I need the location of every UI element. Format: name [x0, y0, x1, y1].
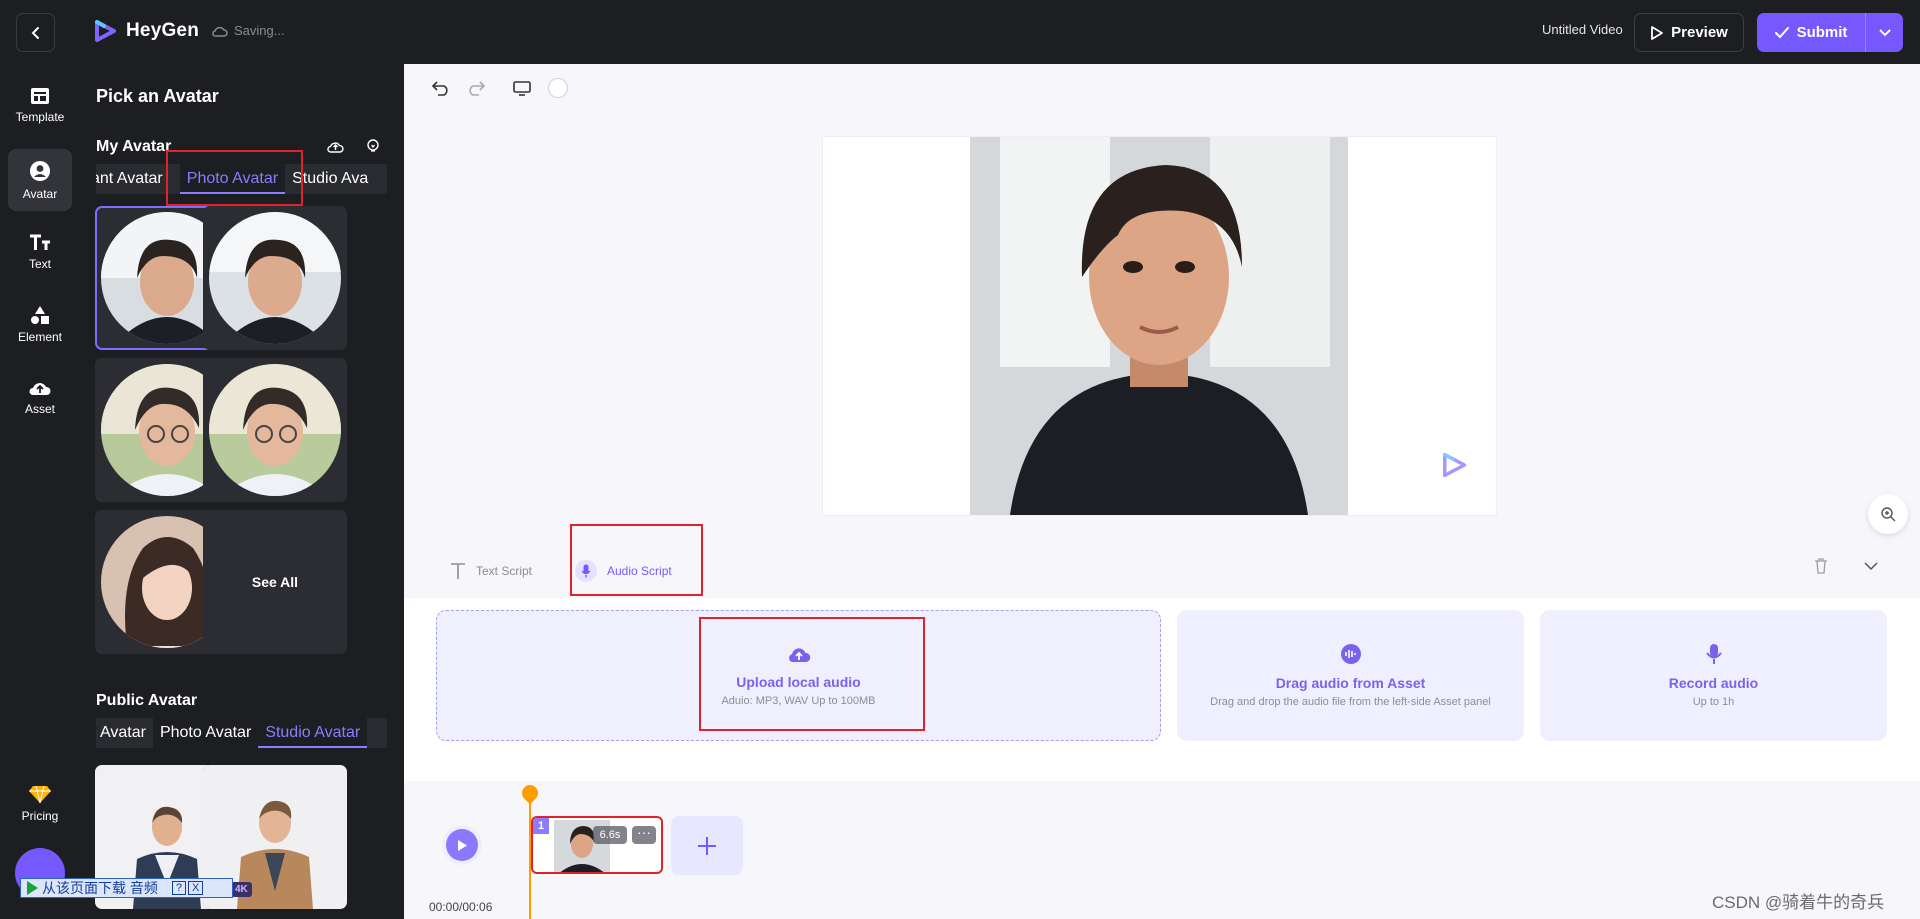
audio-options: Upload local audio Aduio: MP3, WAV Up to… — [404, 598, 1920, 781]
my-avatar-title: My Avatar — [96, 138, 172, 155]
bulb-icon[interactable] — [365, 138, 381, 154]
my-avatar-card[interactable] — [203, 206, 347, 350]
rail-label-avatar: Avatar — [22, 186, 58, 201]
diamond-icon — [29, 785, 51, 803]
cloud-icon — [212, 26, 228, 37]
quality-badge: 4K — [231, 882, 252, 897]
watermark-text: CSDN @骑着牛的奇兵 — [1712, 893, 1885, 912]
trash-icon[interactable] — [1814, 558, 1828, 574]
play-icon — [457, 839, 467, 851]
scene-number: 1 — [533, 818, 549, 834]
see-all-label: See All — [251, 574, 299, 590]
tab-public-studio-avatar[interactable]: Studio Avatar — [258, 718, 368, 748]
zoom-icon — [1881, 507, 1896, 522]
color-swatch — [548, 78, 568, 98]
scene-clip[interactable]: 1 6.6s ··· — [531, 816, 663, 874]
rail-label-asset: Asset — [24, 401, 55, 416]
text-icon — [30, 234, 50, 250]
see-all-card[interactable]: See All — [203, 510, 347, 654]
submit-dropdown-button[interactable] — [1865, 13, 1903, 52]
submit-label: Submit — [1796, 24, 1848, 41]
drag-audio-card[interactable]: Drag audio from Asset Drag and drop the … — [1177, 610, 1524, 741]
avatar-preview[interactable] — [970, 137, 1348, 515]
undo-icon — [432, 81, 448, 96]
scene-duration: 6.6s — [593, 826, 627, 844]
save-status: Saving... — [212, 23, 285, 38]
heygen-watermark-icon — [1443, 452, 1467, 478]
tab-text-script[interactable]: Text Script — [450, 546, 532, 596]
download-close-button[interactable]: X — [188, 881, 204, 895]
monitor-icon — [513, 81, 531, 96]
public-avatar-title: Public Avatar — [96, 692, 198, 709]
rail-item-text[interactable]: Text — [8, 221, 72, 283]
rail-item-element[interactable]: Element — [8, 293, 72, 355]
record-audio-subtitle: Up to 1h — [1692, 696, 1735, 708]
submit-button[interactable]: Submit — [1757, 13, 1903, 52]
aspect-ratio-button[interactable] — [511, 78, 533, 98]
asset-icon — [29, 382, 51, 395]
preview-button[interactable]: Preview — [1634, 13, 1744, 52]
avatar-photo — [209, 212, 341, 344]
saving-text: Saving... — [234, 23, 285, 38]
microphone-icon — [1705, 644, 1722, 664]
add-scene-button[interactable] — [671, 816, 743, 875]
highlight-box-photo-avatar — [166, 150, 303, 206]
download-label: 从该页面下载 音频 — [42, 880, 158, 896]
rail-item-template[interactable]: Template — [8, 74, 72, 136]
time-readout: 00:00/00:06 — [429, 900, 493, 914]
record-audio-title: Record audio — [1668, 675, 1759, 691]
text-icon — [451, 563, 465, 579]
left-rail: Template Avatar Text Element Asset Prici… — [0, 64, 80, 919]
drag-audio-subtitle: Drag and drop the audio file from the le… — [1210, 696, 1491, 708]
check-icon — [1774, 26, 1789, 38]
download-help-button[interactable]: ? — [171, 881, 187, 895]
rail-item-avatar[interactable]: Avatar — [8, 149, 72, 211]
preview-label: Preview — [1671, 24, 1728, 41]
timeline-play-button[interactable] — [446, 829, 478, 861]
redo-icon — [469, 81, 485, 96]
rail-label-pricing: Pricing — [21, 808, 59, 823]
chevron-down-icon — [1878, 28, 1891, 36]
rail-item-asset[interactable]: Asset — [8, 366, 72, 428]
highlight-box-audio-script — [570, 524, 703, 596]
rail-item-pricing[interactable]: Pricing — [8, 772, 72, 834]
chevron-left-icon — [31, 26, 39, 39]
redo-button[interactable] — [466, 78, 486, 98]
plus-icon — [698, 836, 716, 855]
collapse-script-icon[interactable] — [1864, 562, 1878, 571]
download-audio-toolbar[interactable]: 从该页面下载 音频 ? X — [20, 878, 233, 898]
rail-label-text: Text — [28, 256, 51, 271]
my-avatar-card[interactable] — [203, 358, 347, 502]
top-bar: HeyGen Saving... Untitled Video Preview … — [0, 0, 1920, 64]
text-script-label: Text Script — [476, 564, 533, 578]
drag-audio-title: Drag audio from Asset — [1275, 675, 1426, 691]
play-icon — [27, 881, 38, 895]
play-icon — [1651, 25, 1664, 40]
submit-main[interactable]: Submit — [1757, 24, 1865, 41]
record-audio-card[interactable]: Record audio Up to 1h — [1540, 610, 1887, 741]
heygen-logo-icon — [95, 20, 116, 42]
template-icon — [31, 87, 49, 104]
scene-more-button[interactable]: ··· — [632, 825, 656, 844]
panel-title: Pick an Avatar — [96, 86, 219, 106]
upload-icon[interactable] — [327, 139, 344, 154]
background-color-button[interactable] — [547, 78, 569, 98]
heygen-logo[interactable]: HeyGen — [92, 18, 199, 44]
rail-label-template: Template — [15, 109, 65, 124]
element-icon — [31, 305, 49, 324]
tab-public-avatar[interactable]: Avatar — [96, 718, 153, 748]
audio-wave-icon — [1340, 644, 1361, 664]
back-button[interactable] — [16, 13, 55, 52]
avatar-photo — [209, 364, 341, 496]
brand-name: HeyGen — [126, 20, 200, 41]
highlight-box-upload-audio — [699, 617, 925, 731]
tab-instant-avatar[interactable]: ant Avatar — [96, 164, 170, 194]
undo-button[interactable] — [431, 78, 451, 98]
video-title[interactable]: Untitled Video — [1542, 22, 1623, 37]
tab-public-photo-avatar[interactable]: Photo Avatar — [152, 718, 259, 748]
avatar-icon — [30, 160, 50, 181]
public-avatar-tabs: Avatar Photo Avatar Studio Avatar — [96, 718, 387, 748]
rail-label-element: Element — [17, 329, 63, 344]
zoom-button[interactable] — [1868, 494, 1908, 534]
